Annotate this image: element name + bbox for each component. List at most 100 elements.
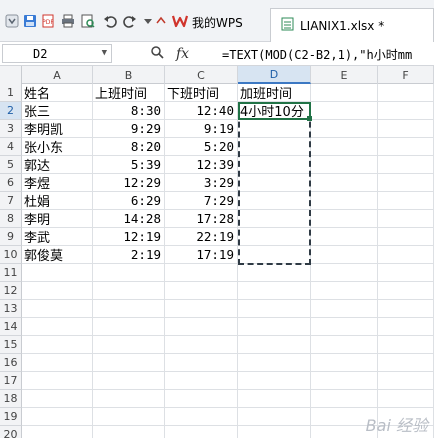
cell-e-6[interactable] — [311, 174, 378, 192]
cell-e-3[interactable] — [311, 120, 378, 138]
cell-c-16[interactable] — [165, 354, 238, 372]
cell-b-2[interactable]: 8:30 — [93, 102, 165, 120]
cell-b-20[interactable] — [93, 426, 165, 438]
cell-a-15[interactable] — [22, 336, 93, 354]
column-header-a[interactable]: A — [22, 66, 93, 84]
cell-a-9[interactable]: 李武 — [22, 228, 93, 246]
cell-d-2[interactable]: 4小时10分 — [238, 102, 311, 120]
row-header[interactable]: 20 — [0, 426, 22, 438]
spreadsheet-grid[interactable]: A B C D E F 1 姓名 上班时间 下班时间 加班时间 2 张三 8:30 12:40 4… — [0, 66, 434, 438]
cell-e-7[interactable] — [311, 192, 378, 210]
cell-d-13[interactable] — [238, 300, 311, 318]
cell-d-1[interactable]: 加班时间 — [238, 84, 311, 102]
row-header[interactable]: 8 — [0, 210, 22, 228]
row-header[interactable]: 17 — [0, 372, 22, 390]
cell-d-19[interactable] — [238, 408, 311, 426]
cell-e-8[interactable] — [311, 210, 378, 228]
cell-e-11[interactable] — [311, 264, 378, 282]
cell-b-9[interactable]: 12:19 — [93, 228, 165, 246]
cell-d-12[interactable] — [238, 282, 311, 300]
row-header[interactable]: 7 — [0, 192, 22, 210]
cell-d-11[interactable] — [238, 264, 311, 282]
cell-b-5[interactable]: 5:39 — [93, 156, 165, 174]
row-header[interactable]: 13 — [0, 300, 22, 318]
cell-a-13[interactable] — [22, 300, 93, 318]
cell-e-14[interactable] — [311, 318, 378, 336]
insert-function-icon[interactable]: fx — [176, 46, 189, 62]
cell-c-10[interactable]: 17:19 — [165, 246, 238, 264]
cell-c-2[interactable]: 12:40 — [165, 102, 238, 120]
pdf-icon[interactable]: PDF — [40, 13, 56, 29]
cell-f-17[interactable] — [378, 372, 434, 390]
row-header[interactable]: 4 — [0, 138, 22, 156]
dropdown-icon[interactable] — [142, 13, 154, 29]
row-header[interactable]: 9 — [0, 228, 22, 246]
row-header[interactable]: 16 — [0, 354, 22, 372]
cell-a-12[interactable] — [22, 282, 93, 300]
cell-b-6[interactable]: 12:29 — [93, 174, 165, 192]
row-header[interactable]: 19 — [0, 408, 22, 426]
name-box[interactable]: D2 ▼ — [2, 44, 112, 63]
cell-f-6[interactable] — [378, 174, 434, 192]
cell-f-3[interactable] — [378, 120, 434, 138]
cell-e-10[interactable] — [311, 246, 378, 264]
cell-c-20[interactable] — [165, 426, 238, 438]
row-header[interactable]: 10 — [0, 246, 22, 264]
cell-b-8[interactable]: 14:28 — [93, 210, 165, 228]
row-header[interactable]: 6 — [0, 174, 22, 192]
cell-d-20[interactable] — [238, 426, 311, 438]
cell-f-4[interactable] — [378, 138, 434, 156]
cell-b-18[interactable] — [93, 390, 165, 408]
cell-e-13[interactable] — [311, 300, 378, 318]
cell-b-17[interactable] — [93, 372, 165, 390]
cell-c-5[interactable]: 12:39 — [165, 156, 238, 174]
cell-f-9[interactable] — [378, 228, 434, 246]
row-header[interactable]: 12 — [0, 282, 22, 300]
row-header[interactable]: 2 — [0, 102, 22, 120]
cell-f-12[interactable] — [378, 282, 434, 300]
cell-d-4[interactable] — [238, 138, 311, 156]
formula-input[interactable]: =TEXT(MOD(C2-B2,1),"h小时mm — [222, 45, 434, 63]
column-header-b[interactable]: B — [93, 66, 165, 84]
cell-f-15[interactable] — [378, 336, 434, 354]
cell-b-4[interactable]: 8:20 — [93, 138, 165, 156]
cell-e-15[interactable] — [311, 336, 378, 354]
cell-b-10[interactable]: 2:19 — [93, 246, 165, 264]
cell-c-8[interactable]: 17:28 — [165, 210, 238, 228]
cell-f-10[interactable] — [378, 246, 434, 264]
cell-f-5[interactable] — [378, 156, 434, 174]
cell-b-3[interactable]: 9:29 — [93, 120, 165, 138]
cell-b-11[interactable] — [93, 264, 165, 282]
cell-d-14[interactable] — [238, 318, 311, 336]
column-header-f[interactable]: F — [378, 66, 434, 84]
cell-a-3[interactable]: 李明凯 — [22, 120, 93, 138]
print-icon[interactable] — [60, 13, 76, 29]
cell-f-11[interactable] — [378, 264, 434, 282]
cell-c-13[interactable] — [165, 300, 238, 318]
cell-b-19[interactable] — [93, 408, 165, 426]
cell-b-12[interactable] — [93, 282, 165, 300]
cell-f-13[interactable] — [378, 300, 434, 318]
cell-a-19[interactable] — [22, 408, 93, 426]
zoom-search-icon[interactable] — [150, 45, 164, 63]
cell-a-10[interactable]: 郭俊莫 — [22, 246, 93, 264]
cell-d-10[interactable] — [238, 246, 311, 264]
cell-a-1[interactable]: 姓名 — [22, 84, 93, 102]
cell-e-2[interactable] — [311, 102, 378, 120]
column-header-e[interactable]: E — [311, 66, 378, 84]
cell-f-16[interactable] — [378, 354, 434, 372]
cell-c-12[interactable] — [165, 282, 238, 300]
cell-b-13[interactable] — [93, 300, 165, 318]
cell-b-15[interactable] — [93, 336, 165, 354]
cell-a-14[interactable] — [22, 318, 93, 336]
row-header[interactable]: 15 — [0, 336, 22, 354]
cell-c-17[interactable] — [165, 372, 238, 390]
cell-c-15[interactable] — [165, 336, 238, 354]
cell-d-15[interactable] — [238, 336, 311, 354]
cell-c-4[interactable]: 5:20 — [165, 138, 238, 156]
cell-b-1[interactable]: 上班时间 — [93, 84, 165, 102]
cell-b-14[interactable] — [93, 318, 165, 336]
row-header[interactable]: 1 — [0, 84, 22, 102]
cell-a-11[interactable] — [22, 264, 93, 282]
cell-b-16[interactable] — [93, 354, 165, 372]
